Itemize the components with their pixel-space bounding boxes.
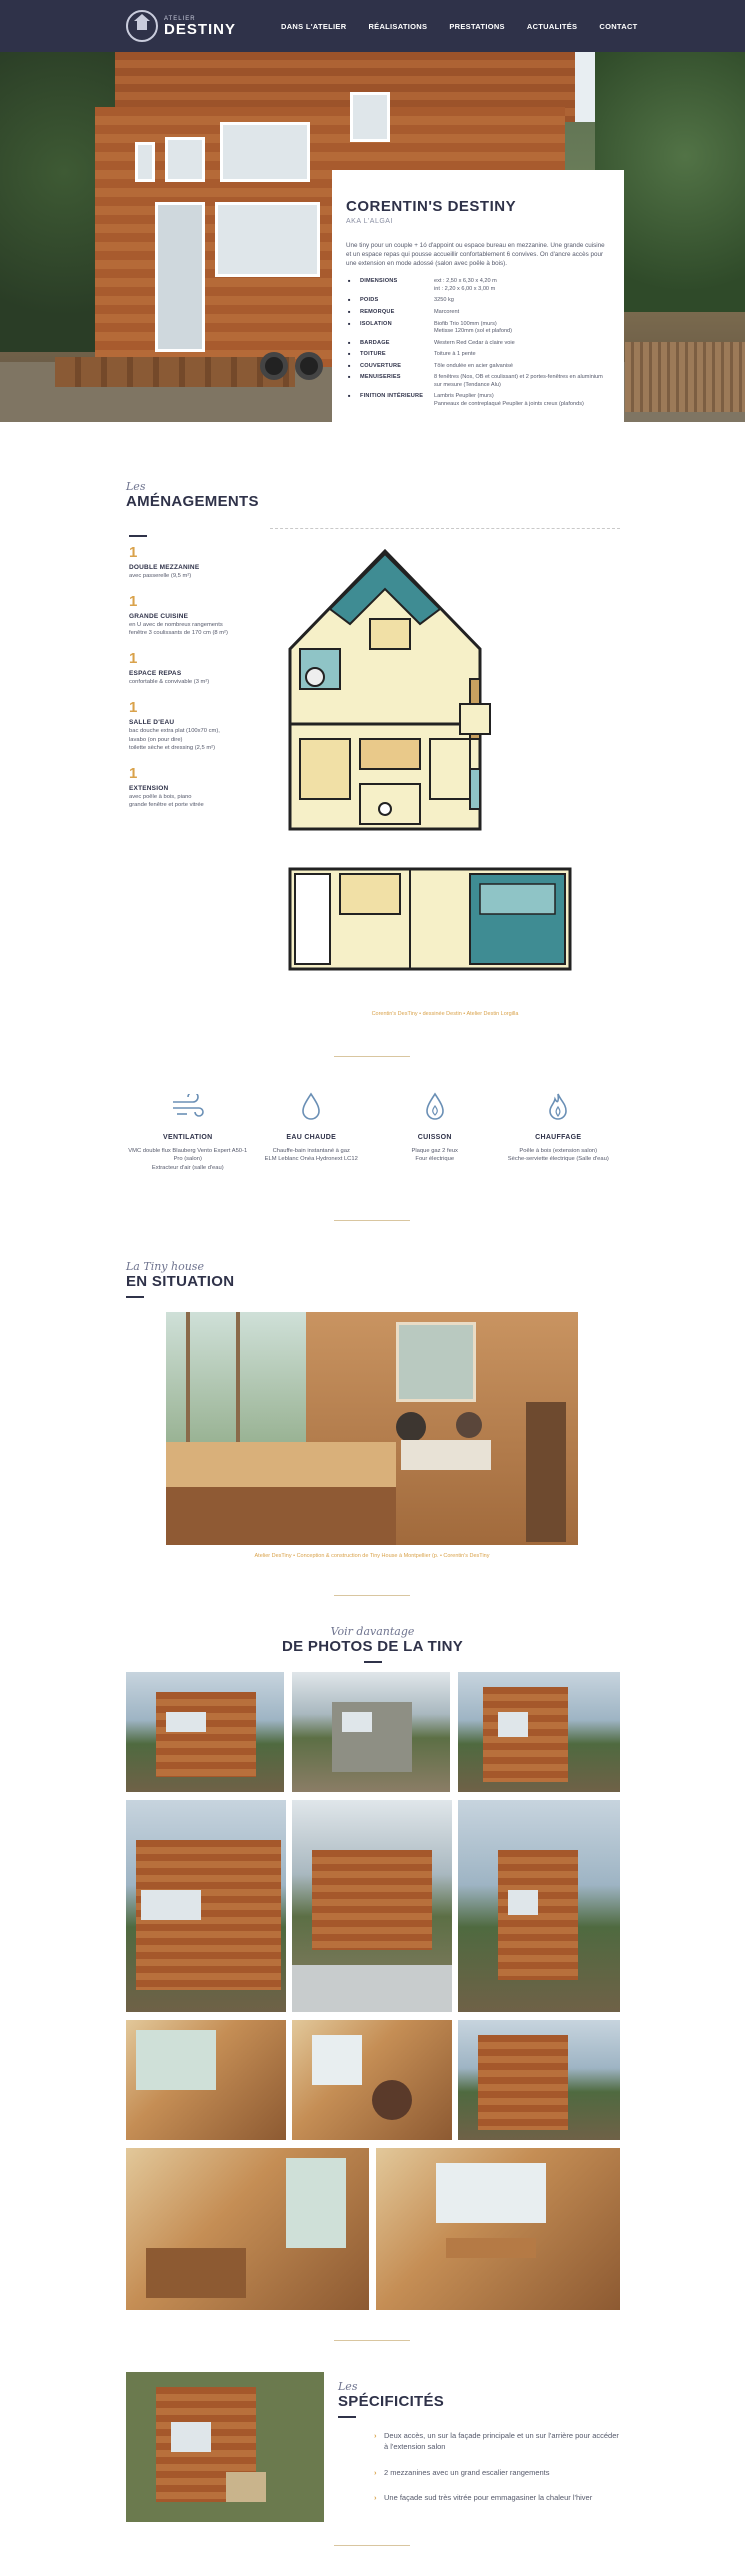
tiny-aka: AKA L'ALGAI: [346, 218, 393, 225]
section-title: EN SITUATION: [126, 1273, 235, 1290]
brand-logo[interactable]: ATELIER DESTINY: [126, 10, 236, 42]
specificites-list: Deux accès, un sur la façade principale …: [374, 2430, 624, 2517]
list-item: Deux accès, un sur la façade principale …: [374, 2430, 624, 2453]
drop-icon: [250, 1090, 374, 1124]
nav-item-atelier[interactable]: DANS L'ATELIER: [281, 22, 346, 31]
gallery-photo[interactable]: [292, 2020, 452, 2140]
equipment-features: VENTILATION VMC double flux Blauberg Ven…: [126, 1090, 620, 1172]
gallery-photo[interactable]: [292, 1800, 452, 2012]
nav-item-actualites[interactable]: ACTUALITÉS: [527, 22, 578, 31]
spec-row: ISOLATIONBiofib Trio 100mm (murs) Metiss…: [346, 321, 610, 336]
spec-row: POIDS3250 kg: [346, 297, 610, 305]
tiny-description: Une tiny pour un couple + 1ó d'appoint o…: [346, 242, 605, 268]
nav-item-realisations[interactable]: RÉALISATIONS: [368, 22, 427, 31]
list-item: 1 GRANDE CUISINE en U avec de nombreux r…: [129, 593, 228, 637]
feature-chauffage: CHAUFFAGE Poêle à bois (extension salon)…: [497, 1090, 621, 1172]
section-title: SPÉCIFICITÉS: [338, 2393, 445, 2410]
list-item: 1 DOUBLE MEZZANINE avec passerelle (9,5 …: [129, 535, 269, 580]
divider: [334, 2340, 410, 2341]
situation-photo[interactable]: [166, 1312, 578, 1545]
list-item: Une façade sud très vitrée pour emmagasi…: [374, 2492, 624, 2504]
gallery-heading: Voir davantage DE PHOTOS DE LA TINY: [0, 1625, 745, 1663]
drop-icon: [373, 1090, 497, 1124]
specificites-photo[interactable]: [126, 2372, 324, 2522]
gallery-photo[interactable]: [126, 2020, 286, 2140]
feature-ventilation: VENTILATION VMC double flux Blauberg Ven…: [126, 1090, 250, 1172]
spec-row: COUVERTURETôle ondulée en acier galvanis…: [346, 363, 610, 371]
wind-icon: [126, 1090, 250, 1124]
spec-row: REMORQUEMarcorent: [346, 309, 610, 317]
gallery-photo[interactable]: [458, 2020, 620, 2140]
list-item: 1 ESPACE REPAS confortable & convivable …: [129, 650, 210, 686]
main-menu: DANS L'ATELIER RÉALISATIONS PRESTATIONS …: [281, 0, 638, 52]
situation-caption: Atelier DesTiny • Conception & construct…: [254, 1553, 490, 1559]
list-item: 1 EXTENSION avec poêle à bois, piano gra…: [129, 764, 204, 808]
spec-list: DIMENSIONSext : 2,50 x 6,30 x 4,20 m int…: [346, 278, 610, 408]
amenagements-list: 1 DOUBLE MEZZANINE avec passerelle (9,5 …: [129, 535, 269, 823]
amenagements-heading: Les AMÉNAGEMENTS: [126, 480, 259, 510]
floor-plan: [270, 528, 620, 986]
spec-row: MENUISERIES8 fenêtres (Nos, OB et coulis…: [346, 374, 610, 389]
divider: [334, 2545, 410, 2546]
gallery-photo[interactable]: [126, 1800, 286, 2012]
flame-icon: [497, 1090, 621, 1124]
divider: [334, 1220, 410, 1221]
top-nav-bar: ATELIER DESTINY DANS L'ATELIER RÉALISATI…: [0, 0, 745, 52]
gallery-photo[interactable]: [126, 1672, 284, 1792]
specificites-heading: Les SPÉCIFICITÉS: [338, 2380, 444, 2418]
spec-row: DIMENSIONSext : 2,50 x 6,30 x 4,20 m int…: [346, 278, 610, 293]
tiny-title: CORENTIN'S DESTINY: [346, 198, 517, 215]
gallery-photo[interactable]: [458, 1672, 620, 1792]
divider: [334, 1595, 410, 1596]
divider: [334, 1056, 410, 1057]
brand-name: DESTINY: [164, 20, 237, 38]
spec-row: BARDAGEWestern Red Cedar à claire voie: [346, 340, 610, 348]
gallery-photo[interactable]: [458, 1800, 620, 2012]
gallery-photo[interactable]: [126, 2148, 369, 2310]
house-logo-icon: [126, 10, 158, 42]
feature-cuisson: CUISSON Plaque gaz 2 feux Four électriqu…: [373, 1090, 497, 1172]
tiny-info-card: CORENTIN'S DESTINY AKA L'ALGAI Une tiny …: [332, 170, 624, 460]
feature-eau-chaude: EAU CHAUDE Chauffe-bain instantané à gaz…: [250, 1090, 374, 1172]
list-item: 2 mezzanines avec un grand escalier rang…: [374, 2467, 624, 2479]
floor-plan-caption: Corentin's DesTiny • dessinée Destin • A…: [371, 1011, 519, 1017]
nav-item-contact[interactable]: CONTACT: [599, 22, 637, 31]
spec-row: FINITION INTÉRIEURELambris Peuplier (mur…: [346, 393, 610, 408]
spec-row: TOITUREToiture à 1 pente: [346, 351, 610, 359]
situation-heading: La Tiny house EN SITUATION: [126, 1260, 234, 1298]
list-item: 1 SALLE D'EAU bac douche extra plat (100…: [129, 699, 220, 751]
section-title: DE PHOTOS DE LA TINY: [281, 1638, 464, 1655]
gallery-photo[interactable]: [292, 1672, 450, 1792]
nav-item-prestations[interactable]: PRESTATIONS: [449, 22, 505, 31]
section-title: AMÉNAGEMENTS: [126, 493, 259, 510]
floor-plan-drawing: [288, 548, 572, 971]
gallery-photo[interactable]: [376, 2148, 620, 2310]
